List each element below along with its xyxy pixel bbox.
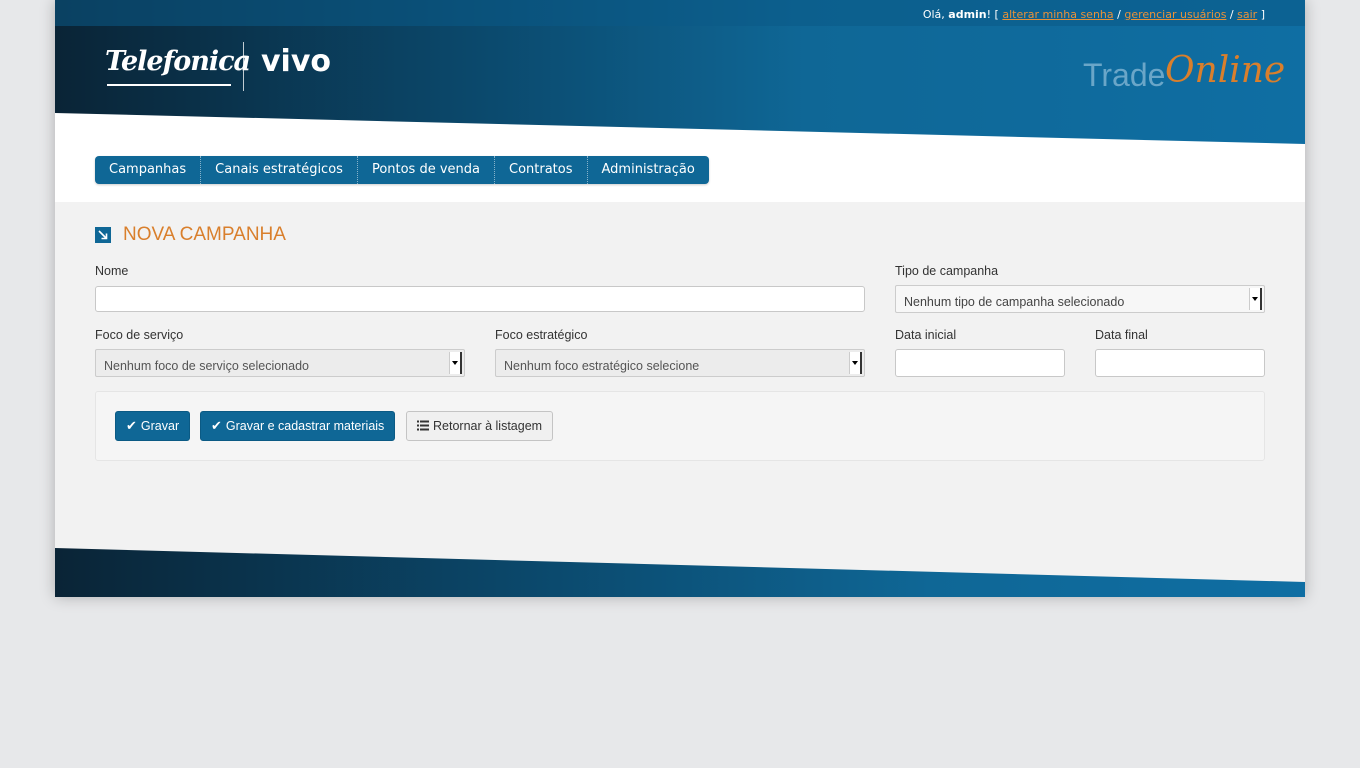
tipo-campanha-label: Tipo de campanha xyxy=(895,264,999,278)
page-title: NOVA CAMPANHA xyxy=(123,224,286,245)
footer-banner xyxy=(55,548,1305,597)
gravar-cadastrar-materiais-button[interactable]: ✔ Gravar e cadastrar materiais xyxy=(200,411,396,441)
foco-estrategico-select[interactable]: Nenhum foco estratégico selecione xyxy=(495,349,865,377)
gravar-button[interactable]: ✔ Gravar xyxy=(115,411,191,441)
separator: / xyxy=(1113,8,1125,21)
data-final-label: Data final xyxy=(1095,328,1148,342)
section-header: NOVA CAMPANHA xyxy=(95,224,286,246)
chevron-down-icon xyxy=(1249,288,1262,310)
telefonica-logo-underline xyxy=(107,84,231,86)
list-icon xyxy=(417,419,429,434)
gravar-cadastrar-materiais-label: Gravar e cadastrar materiais xyxy=(225,419,385,433)
foco-servico-select[interactable]: Nenhum foco de serviço selecionado xyxy=(95,349,465,377)
data-inicial-input[interactable] xyxy=(895,349,1065,377)
retornar-listagem-button[interactable]: Retornar à listagem xyxy=(406,411,554,441)
nav-item-campanhas[interactable]: Campanhas xyxy=(95,156,200,184)
trade-online-logo-online: Online xyxy=(1165,50,1286,91)
nav-item-contratos[interactable]: Contratos xyxy=(494,156,587,184)
foco-servico-value: Nenhum foco de serviço selecionado xyxy=(104,359,309,373)
closing-bracket: ] xyxy=(1257,8,1265,21)
logo-divider xyxy=(243,42,244,91)
chevron-down-icon xyxy=(449,352,462,374)
foco-estrategico-label: Foco estratégico xyxy=(495,328,588,342)
chevron-down-icon xyxy=(849,352,862,374)
gravar-label: Gravar xyxy=(140,419,180,433)
trade-online-logo-trade: Trade xyxy=(1083,57,1166,93)
arrow-down-right-icon xyxy=(95,227,111,243)
check-icon: ✔ xyxy=(126,418,137,433)
form-actions: ✔ Gravar ✔ Gravar e cadastrar materiais … xyxy=(95,391,1265,461)
page-container: Olá, admin! [ alterar minha senha / gere… xyxy=(55,0,1305,597)
data-inicial-label: Data inicial xyxy=(895,328,957,342)
retornar-listagem-label: Retornar à listagem xyxy=(433,419,543,433)
separator: / xyxy=(1226,8,1238,21)
header: Olá, admin! [ alterar minha senha / gere… xyxy=(55,0,1305,202)
greeting-bracket: ! [ xyxy=(986,8,1003,21)
nav-item-pontos-de-venda[interactable]: Pontos de venda xyxy=(356,156,494,184)
greeting-text: Olá, xyxy=(922,8,949,21)
nome-label: Nome xyxy=(95,264,129,278)
manage-users-link[interactable]: gerenciar usuários xyxy=(1124,8,1226,21)
nome-input[interactable] xyxy=(95,286,865,312)
check-icon: ✔ xyxy=(211,418,222,433)
telefonica-logo: Telefonica xyxy=(105,46,251,77)
user-topbar: Olá, admin! [ alterar minha senha / gere… xyxy=(923,8,1265,21)
logout-link[interactable]: sair xyxy=(1237,8,1257,21)
data-final-input[interactable] xyxy=(1095,349,1265,377)
nav-item-canais-estrategicos[interactable]: Canais estratégicos xyxy=(200,156,357,184)
tipo-campanha-value: Nenhum tipo de campanha selecionado xyxy=(904,295,1125,309)
foco-servico-label: Foco de serviço xyxy=(95,328,184,342)
username: admin xyxy=(948,8,987,21)
change-password-link[interactable]: alterar minha senha xyxy=(1002,8,1113,21)
nav-item-administracao[interactable]: Administração xyxy=(586,156,709,184)
main-nav: Campanhas Canais estratégicos Pontos de … xyxy=(95,156,709,184)
vivo-logo: vivo xyxy=(261,44,332,79)
tipo-campanha-select[interactable]: Nenhum tipo de campanha selecionado xyxy=(895,285,1265,313)
foco-estrategico-value: Nenhum foco estratégico selecione xyxy=(504,359,700,373)
